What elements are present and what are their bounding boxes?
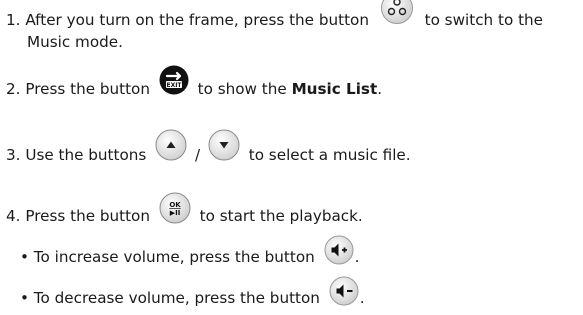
step-text: to switch to the bbox=[424, 11, 543, 29]
step-number: 1. bbox=[6, 11, 21, 29]
step-1: 1. After you turn on the frame, press th… bbox=[6, 0, 543, 30]
ok-play-pause-icon: OK ▶II bbox=[159, 192, 191, 224]
bullet-marker: • bbox=[20, 248, 29, 266]
bullet-marker: • bbox=[20, 289, 29, 307]
bullet-text: To increase volume, press the button bbox=[33, 248, 315, 266]
svg-text:OK: OK bbox=[169, 201, 181, 209]
music-list-label: Music List bbox=[291, 80, 378, 98]
step-text: Press the button bbox=[25, 80, 150, 98]
step-number: 3. bbox=[6, 146, 21, 164]
step-2: 2. Press the button EXIT to show the Mus… bbox=[6, 65, 382, 99]
menu-exit-icon: EXIT bbox=[159, 65, 189, 95]
step-1-continuation: Music mode. bbox=[27, 33, 123, 51]
bullet-text: To decrease volume, press the button bbox=[33, 289, 320, 307]
up-arrow-icon bbox=[155, 129, 187, 161]
svg-text:▶II: ▶II bbox=[170, 209, 181, 217]
step-text: After you turn on the frame, press the b… bbox=[25, 11, 369, 29]
step-text: Use the buttons bbox=[25, 146, 147, 164]
separator: / bbox=[194, 146, 201, 164]
down-arrow-icon bbox=[208, 129, 240, 161]
step-4: 4. Press the button OK ▶II to start the … bbox=[6, 192, 363, 226]
step-text: Press the button bbox=[25, 207, 150, 225]
step-3: 3. Use the buttons / to select a music f… bbox=[6, 129, 411, 165]
svg-text:EXIT: EXIT bbox=[166, 82, 182, 89]
mode-switch-icon bbox=[380, 0, 414, 25]
bullet-decrease-volume: • To decrease volume, press the button . bbox=[20, 276, 365, 308]
step-number: 4. bbox=[6, 207, 21, 225]
bullet-increase-volume: • To increase volume, press the button . bbox=[20, 235, 359, 267]
step-text: to show the bbox=[197, 80, 287, 98]
volume-down-icon bbox=[329, 276, 359, 306]
step-text: to select a music file. bbox=[248, 146, 411, 164]
step-number: 2. bbox=[6, 80, 21, 98]
step-text: to start the playback. bbox=[199, 207, 363, 225]
volume-up-icon bbox=[324, 235, 354, 265]
